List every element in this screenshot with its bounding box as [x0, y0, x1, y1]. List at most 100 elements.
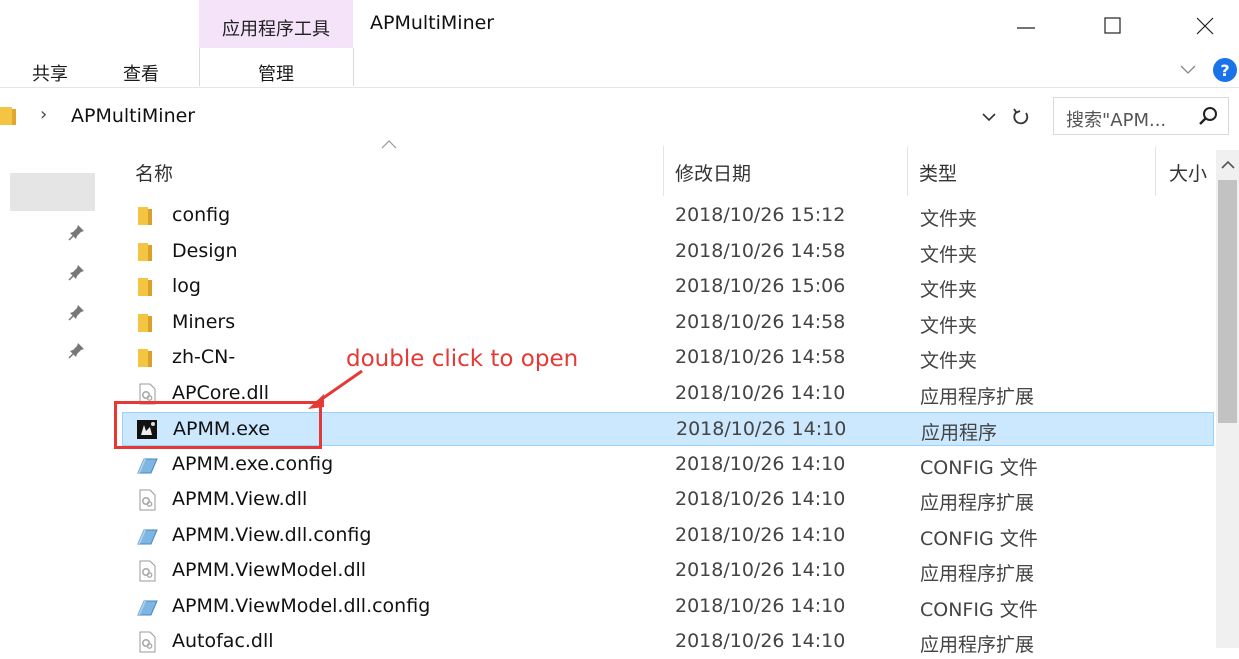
file-row[interactable]: Miners 2018/10/26 14:58 文件夹 [122, 306, 1214, 340]
file-name[interactable]: Autofac.dll [172, 630, 274, 652]
breadcrumb-separator-icon[interactable]: › [40, 104, 47, 125]
file-row[interactable]: APMM.exe.config 2018/10/26 14:10 CONFIG 文件 [122, 448, 1214, 482]
refresh-button[interactable] [1008, 104, 1034, 130]
scrollbar-thumb[interactable] [1218, 180, 1237, 423]
file-row[interactable]: log 2018/10/26 15:06 文件夹 [122, 270, 1214, 304]
breadcrumb-current[interactable]: APMultiMiner [71, 105, 195, 127]
file-type: 文件夹 [920, 279, 978, 301]
close-icon [1196, 17, 1214, 35]
maximize-button[interactable] [1090, 8, 1136, 44]
expand-ribbon-button[interactable] [1176, 58, 1200, 82]
column-header-size[interactable]: 大小 [1169, 159, 1207, 186]
file-modified-date: 2018/10/26 14:10 [675, 559, 846, 581]
file-type: CONFIG 文件 [920, 527, 1038, 550]
file-type: 文件夹 [920, 314, 978, 337]
pin-icon[interactable] [68, 263, 86, 281]
file-row[interactable]: APMM.ViewModel.dll.config 2018/10/26 14:1… [122, 590, 1214, 624]
close-button[interactable] [1182, 8, 1228, 44]
file-name[interactable]: zh-CN- [172, 346, 235, 368]
column-header-date[interactable]: 修改日期 [675, 159, 751, 186]
annotation-text: double click to open [346, 346, 579, 372]
pin-icon[interactable] [68, 303, 86, 321]
file-name[interactable]: APMM.ViewModel.dll [172, 559, 366, 581]
annotation-arrow-icon [308, 369, 363, 409]
search-icon[interactable] [1197, 104, 1221, 128]
file-name[interactable]: APMM.ViewModel.dll.config [172, 595, 430, 617]
minimize-button[interactable] [1003, 8, 1049, 44]
pin-icon[interactable] [68, 223, 86, 241]
folder-icon [138, 313, 152, 332]
ribbon-tab-manage[interactable]: 管理 [199, 60, 353, 86]
file-type: 文件夹 [920, 350, 978, 372]
annotation-highlight-box [114, 401, 322, 449]
file-name[interactable]: APMM.View.dll.config [172, 524, 371, 546]
file-row[interactable]: APMM.View.dll 2018/10/26 14:10 应用程序扩展 [122, 483, 1214, 517]
column-divider[interactable] [907, 146, 908, 196]
folder-icon [138, 242, 152, 261]
file-name[interactable]: APMM.View.dll [172, 488, 307, 510]
file-modified-date: 2018/10/26 14:10 [675, 488, 846, 510]
window-title: APMultiMiner [370, 12, 495, 34]
chevron-up-icon [1220, 160, 1235, 169]
file-row[interactable]: APMM.ViewModel.dll 2018/10/26 14:10 应用程序扩展 [122, 554, 1214, 588]
file-modified-date: 2018/10/26 14:10 [675, 452, 846, 475]
ribbon-divider [0, 87, 1239, 88]
folder-icon [0, 107, 16, 125]
maximize-icon [1104, 17, 1121, 34]
file-modified-date: 2018/10/26 15:12 [675, 204, 846, 226]
file-modified-date: 2018/10/26 14:10 [675, 381, 846, 404]
minimize-icon [1017, 27, 1035, 29]
search-placeholder: 搜索"APM... [1066, 110, 1167, 131]
help-icon[interactable]: ? [1213, 58, 1237, 82]
nav-pane-selected-item[interactable] [10, 173, 95, 211]
file-row[interactable]: Autofac.dll 2018/10/26 14:10 应用程序扩展 [122, 625, 1214, 659]
chevron-down-icon [1180, 65, 1196, 74]
column-divider[interactable] [1155, 146, 1156, 196]
file-modified-date: 2018/10/26 14:58 [675, 346, 846, 368]
pin-icon[interactable] [68, 341, 86, 359]
file-name[interactable]: Design [172, 240, 238, 262]
ribbon-tab-view[interactable]: 查看 [123, 60, 159, 86]
chevron-down-icon [982, 113, 996, 122]
file-row[interactable]: zh-CN- 2018/10/26 14:58 文件夹 [122, 341, 1214, 375]
file-modified-date: 2018/10/26 14:10 [675, 594, 846, 617]
file-modified-date: 2018/10/26 14:58 [675, 310, 846, 333]
file-row[interactable]: Design 2018/10/26 14:58 文件夹 [122, 235, 1214, 269]
column-header-type[interactable]: 类型 [919, 159, 957, 186]
folder-icon [138, 349, 152, 367]
column-header-name[interactable]: 名称 [135, 159, 173, 186]
refresh-icon [1013, 108, 1029, 125]
address-history-dropdown[interactable] [978, 106, 1000, 128]
file-type: 应用程序扩展 [920, 563, 1035, 585]
column-divider[interactable] [663, 146, 664, 196]
file-type: 应用程序扩展 [920, 634, 1035, 656]
file-name[interactable]: config [172, 204, 230, 226]
file-type: 文件夹 [920, 243, 978, 266]
file-modified-date: 2018/10/26 15:06 [675, 275, 846, 297]
folder-icon [138, 207, 152, 225]
sort-ascending-icon [381, 140, 397, 149]
scroll-up-button[interactable] [1216, 150, 1239, 180]
file-name[interactable]: Miners [172, 311, 235, 333]
file-type: 应用程序扩展 [920, 385, 1035, 408]
file-modified-date: 2018/10/26 14:10 [676, 418, 847, 440]
file-name[interactable]: log [172, 275, 201, 297]
dll-icon [139, 631, 156, 653]
dll-icon [139, 489, 156, 511]
file-modified-date: 2018/10/26 14:58 [675, 239, 846, 262]
ribbon-tab-share[interactable]: 共享 [32, 60, 68, 86]
file-modified-date: 2018/10/26 14:10 [675, 630, 846, 652]
context-tab-label: 应用程序工具 [222, 19, 330, 40]
file-row[interactable]: config 2018/10/26 15:12 文件夹 [122, 199, 1214, 233]
config-icon [137, 600, 158, 615]
dll-icon [139, 560, 156, 582]
file-row[interactable]: APMM.View.dll.config 2018/10/26 14:10 CONF… [122, 519, 1214, 553]
folder-icon [138, 278, 152, 296]
file-type: CONFIG 文件 [920, 598, 1038, 621]
config-icon [137, 529, 158, 544]
file-type: CONFIG 文件 [920, 456, 1038, 479]
file-modified-date: 2018/10/26 14:10 [675, 523, 846, 546]
file-type: 文件夹 [920, 208, 978, 230]
file-name[interactable]: APMM.exe.config [172, 453, 333, 475]
config-icon [137, 458, 158, 473]
